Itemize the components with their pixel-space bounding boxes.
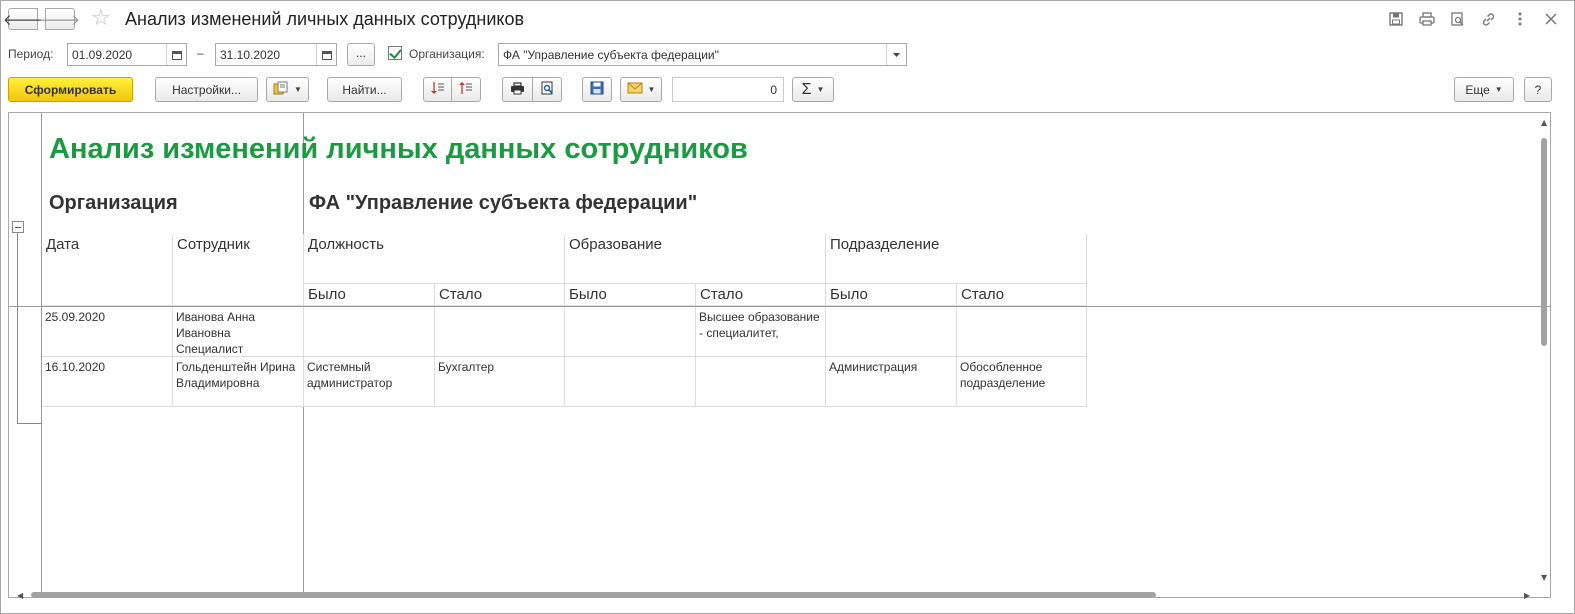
printer-icon[interactable] xyxy=(1416,10,1437,28)
group-bracket-line xyxy=(17,233,18,423)
organization-label: Организация: xyxy=(409,47,485,61)
star-icon[interactable]: ☆ xyxy=(91,6,111,31)
table-cell-position-became[interactable]: Бухгалтер xyxy=(435,357,565,407)
table-cell-education-became[interactable] xyxy=(696,357,826,407)
table-cell-education-was[interactable] xyxy=(565,357,696,407)
sort-descending-button[interactable] xyxy=(451,77,481,102)
header-employee[interactable]: Сотрудник xyxy=(173,234,304,306)
vertical-scrollbar-thumb[interactable] xyxy=(1541,138,1547,346)
header-department-became[interactable]: Стало xyxy=(957,284,1087,306)
scroll-right-icon[interactable]: ▶ xyxy=(1524,591,1530,600)
table-cell-department-became[interactable] xyxy=(957,307,1087,357)
link-icon[interactable] xyxy=(1478,10,1499,28)
period-select-button[interactable]: ... xyxy=(347,43,375,66)
table-cell-position-was[interactable]: Системный администратор xyxy=(304,357,435,407)
date-to-field[interactable]: 31.10.2020 xyxy=(215,43,337,66)
sort-ascending-icon xyxy=(430,81,445,98)
sum-dropdown[interactable]: Σ ▼ xyxy=(792,77,834,102)
print-preview-button[interactable] xyxy=(532,77,562,102)
header-position[interactable]: Должность xyxy=(304,234,565,284)
save-button[interactable] xyxy=(582,77,612,102)
back-button[interactable]: 🡐 xyxy=(3,8,43,30)
table-cell-department-became[interactable]: Обособленное подразделение xyxy=(957,357,1087,407)
chevron-down-icon: ▼ xyxy=(816,85,825,94)
send-mail-dropdown[interactable]: ▼ xyxy=(620,77,662,102)
header-date[interactable]: Дата xyxy=(42,234,173,306)
arrow-left-icon: 🡐 xyxy=(2,10,44,29)
header-position-was[interactable]: Было xyxy=(304,284,435,306)
table-cell-position-became[interactable] xyxy=(435,307,565,357)
period-label: Период: xyxy=(8,47,54,61)
print-preview-icon xyxy=(541,81,554,98)
table-cell-department-was[interactable]: Администрация xyxy=(826,357,957,407)
header-education[interactable]: Образование xyxy=(565,234,826,284)
header-education-was[interactable]: Было xyxy=(565,284,696,306)
table-cell-date[interactable]: 16.10.2020 xyxy=(42,357,173,407)
table-cell-education-was[interactable] xyxy=(565,307,696,357)
settings-button[interactable]: Настройки... xyxy=(155,77,258,102)
sort-descending-icon xyxy=(459,81,473,98)
organization-checkbox[interactable] xyxy=(388,46,402,60)
variants-dropdown[interactable]: ▼ xyxy=(266,77,309,102)
date-from-field[interactable]: 01.09.2020 xyxy=(67,43,187,66)
table-cell-employee[interactable]: Иванова Анна Ивановна Специалист xyxy=(173,307,304,357)
date-separator: – xyxy=(197,46,204,60)
close-icon[interactable] xyxy=(1540,10,1561,28)
table-cell-employee[interactable]: Гольденштейн Ирина Владимировна xyxy=(173,357,304,407)
chevron-down-icon[interactable] xyxy=(886,44,906,65)
report-variants-icon xyxy=(273,81,289,98)
printer-icon xyxy=(510,81,525,98)
window-title: Анализ изменений личных данных сотрудник… xyxy=(125,9,525,29)
chevron-down-icon: ▼ xyxy=(1494,85,1503,94)
report-title: Анализ изменений личных данных сотрудник… xyxy=(49,133,748,165)
header-position-became[interactable]: Стало xyxy=(435,284,565,306)
organization-select[interactable]: ФА "Управление субъекта федерации" xyxy=(498,43,907,66)
report-org-value: ФА "Управление субъекта федерации" xyxy=(309,192,698,214)
arrow-right-icon: 🡒 xyxy=(39,10,81,29)
organization-select-value: ФА "Управление субъекта федерации" xyxy=(503,48,719,62)
header-actions xyxy=(1385,10,1561,28)
chevron-down-icon: ▼ xyxy=(647,85,656,94)
more-button-label: Еще xyxy=(1465,82,1490,97)
calendar-icon[interactable] xyxy=(316,44,336,65)
print-preview-icon[interactable] xyxy=(1447,10,1468,28)
table-cell-department-was[interactable] xyxy=(826,307,957,357)
table-cell-position-was[interactable] xyxy=(304,307,435,357)
table-cell-date[interactable]: 25.09.2020 xyxy=(42,307,173,357)
floppy-icon xyxy=(590,81,604,98)
collapse-group-icon[interactable] xyxy=(12,221,24,233)
scroll-up-icon[interactable]: ▲ xyxy=(1541,118,1547,127)
horizontal-scrollbar-thumb[interactable] xyxy=(31,592,1156,598)
more-button[interactable]: Еще ▼ xyxy=(1454,77,1514,102)
scroll-left-icon[interactable]: ◀ xyxy=(17,591,23,600)
forward-button[interactable]: 🡒 xyxy=(40,8,80,30)
header-department-was[interactable]: Было xyxy=(826,284,957,306)
header-education-became[interactable]: Стало xyxy=(696,284,826,306)
sort-ascending-button[interactable] xyxy=(423,77,452,102)
chevron-down-icon: ▼ xyxy=(294,85,302,94)
more-vertical-icon[interactable] xyxy=(1509,10,1530,28)
sigma-icon: Σ xyxy=(801,80,812,98)
print-button[interactable] xyxy=(502,77,533,102)
group-bracket-foot xyxy=(17,423,41,424)
scroll-down-icon[interactable]: ▼ xyxy=(1541,573,1547,582)
date-to-value: 31.10.2020 xyxy=(220,48,281,62)
generate-button[interactable]: Сформировать xyxy=(8,77,133,102)
sum-field[interactable]: 0 xyxy=(672,77,784,102)
date-from-value: 01.09.2020 xyxy=(72,48,133,62)
floppy-icon[interactable] xyxy=(1385,10,1406,28)
header-department[interactable]: Подразделение xyxy=(826,234,1087,284)
report-area[interactable]: Анализ изменений личных данных сотрудник… xyxy=(8,112,1551,598)
calendar-icon[interactable] xyxy=(166,44,186,65)
report-org-label: Организация xyxy=(49,192,178,214)
find-button[interactable]: Найти... xyxy=(327,77,402,102)
table-cell-education-became[interactable]: Высшее образование - специалитет, xyxy=(696,307,826,357)
help-button[interactable]: ? xyxy=(1524,77,1552,102)
envelope-icon xyxy=(627,82,643,97)
